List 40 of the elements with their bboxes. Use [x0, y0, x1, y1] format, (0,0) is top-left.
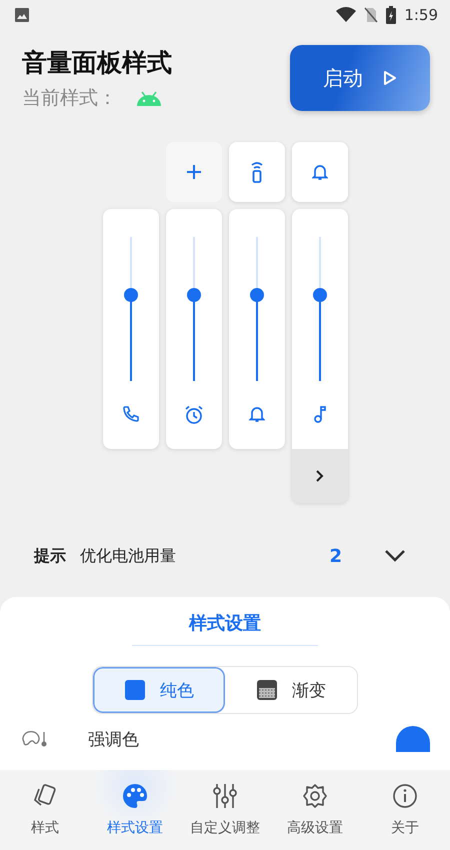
- play-icon: [383, 70, 397, 86]
- settings-icon: [302, 783, 328, 809]
- plus-icon: [186, 164, 202, 180]
- hint-text: 优化电池用量: [80, 546, 176, 566]
- info-icon: [392, 783, 418, 809]
- music-note-icon: [312, 405, 326, 423]
- solid-square-icon: [124, 679, 146, 701]
- panel-toggle-button[interactable]: [166, 142, 222, 202]
- bell-icon: [312, 163, 328, 181]
- palette-icon: [122, 783, 148, 809]
- android-icon: [135, 90, 163, 106]
- chevron-right-icon: [314, 469, 324, 483]
- bell-icon: [248, 405, 264, 423]
- accent-color-label: 强调色: [88, 728, 139, 750]
- phone-icon: [122, 405, 140, 423]
- chevron-down-icon[interactable]: [384, 549, 406, 563]
- nav-tab[interactable]: 自定义调整: [180, 770, 270, 850]
- alarm-clock-icon: [184, 405, 204, 425]
- hint-count: 2: [329, 546, 342, 566]
- sliders-icon: [212, 783, 238, 809]
- current-style-label: 当前样式：: [22, 86, 117, 110]
- battery-charging-icon: [386, 6, 396, 24]
- nav-tab[interactable]: 高级设置: [270, 770, 360, 850]
- sheet-title: 样式设置: [132, 597, 318, 646]
- page-title: 音量面板样式: [22, 46, 173, 78]
- nav-tab[interactable]: 关于: [360, 770, 450, 850]
- remote-icon: [250, 161, 264, 183]
- style-segment[interactable]: 纯色: [93, 667, 225, 713]
- image-icon: [14, 7, 30, 23]
- wifi-icon: [336, 7, 356, 23]
- color-swatch[interactable]: [396, 726, 430, 752]
- start-button[interactable]: 启动: [290, 45, 430, 111]
- panel-toggle-button[interactable]: [292, 142, 348, 202]
- no-sim-icon: [364, 7, 378, 23]
- hint-label: 提示: [34, 546, 66, 566]
- nav-tab[interactable]: 样式: [0, 770, 90, 850]
- gradient-icon: [256, 679, 278, 701]
- palette-thermometer-icon: [22, 730, 48, 748]
- panel-toggle-button[interactable]: [228, 142, 284, 202]
- status-time: 1:59: [404, 6, 438, 24]
